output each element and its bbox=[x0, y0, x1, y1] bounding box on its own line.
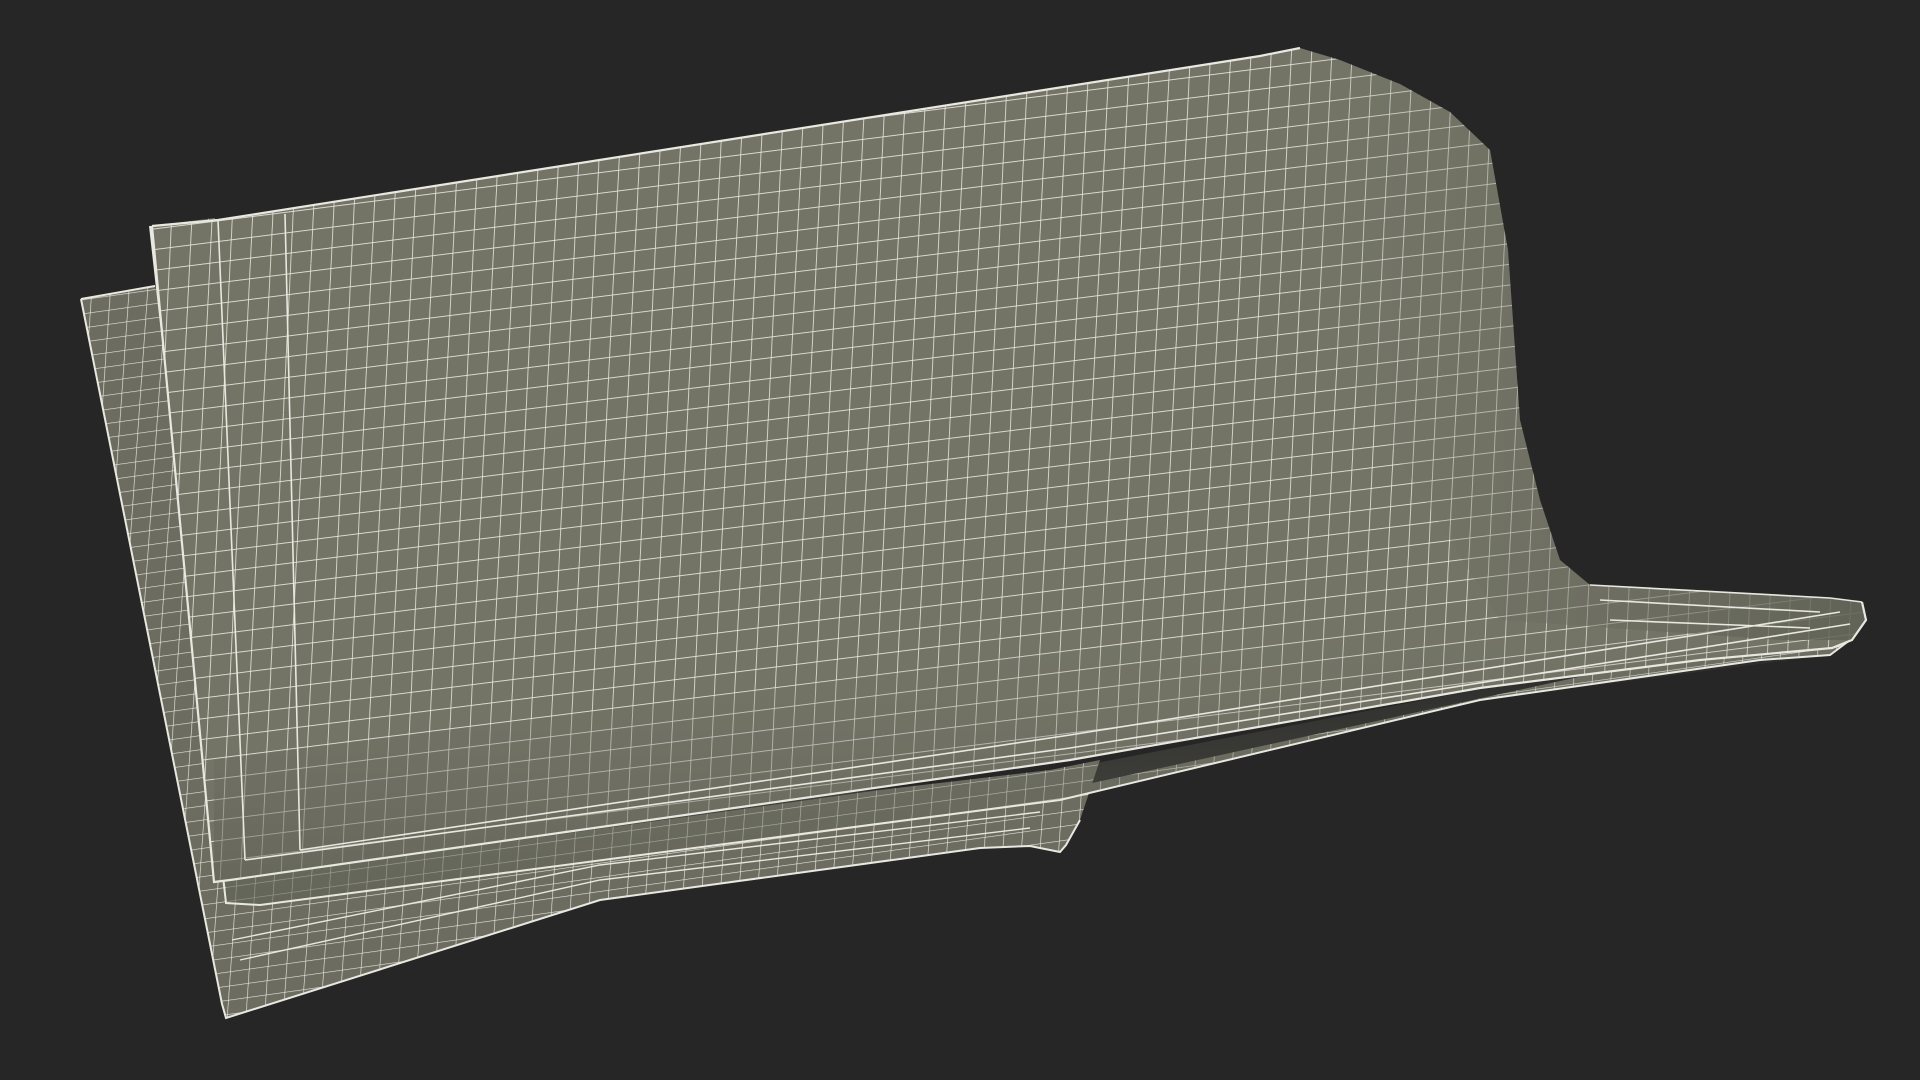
render-scene bbox=[0, 0, 1920, 1080]
render-viewport bbox=[0, 0, 1920, 1080]
